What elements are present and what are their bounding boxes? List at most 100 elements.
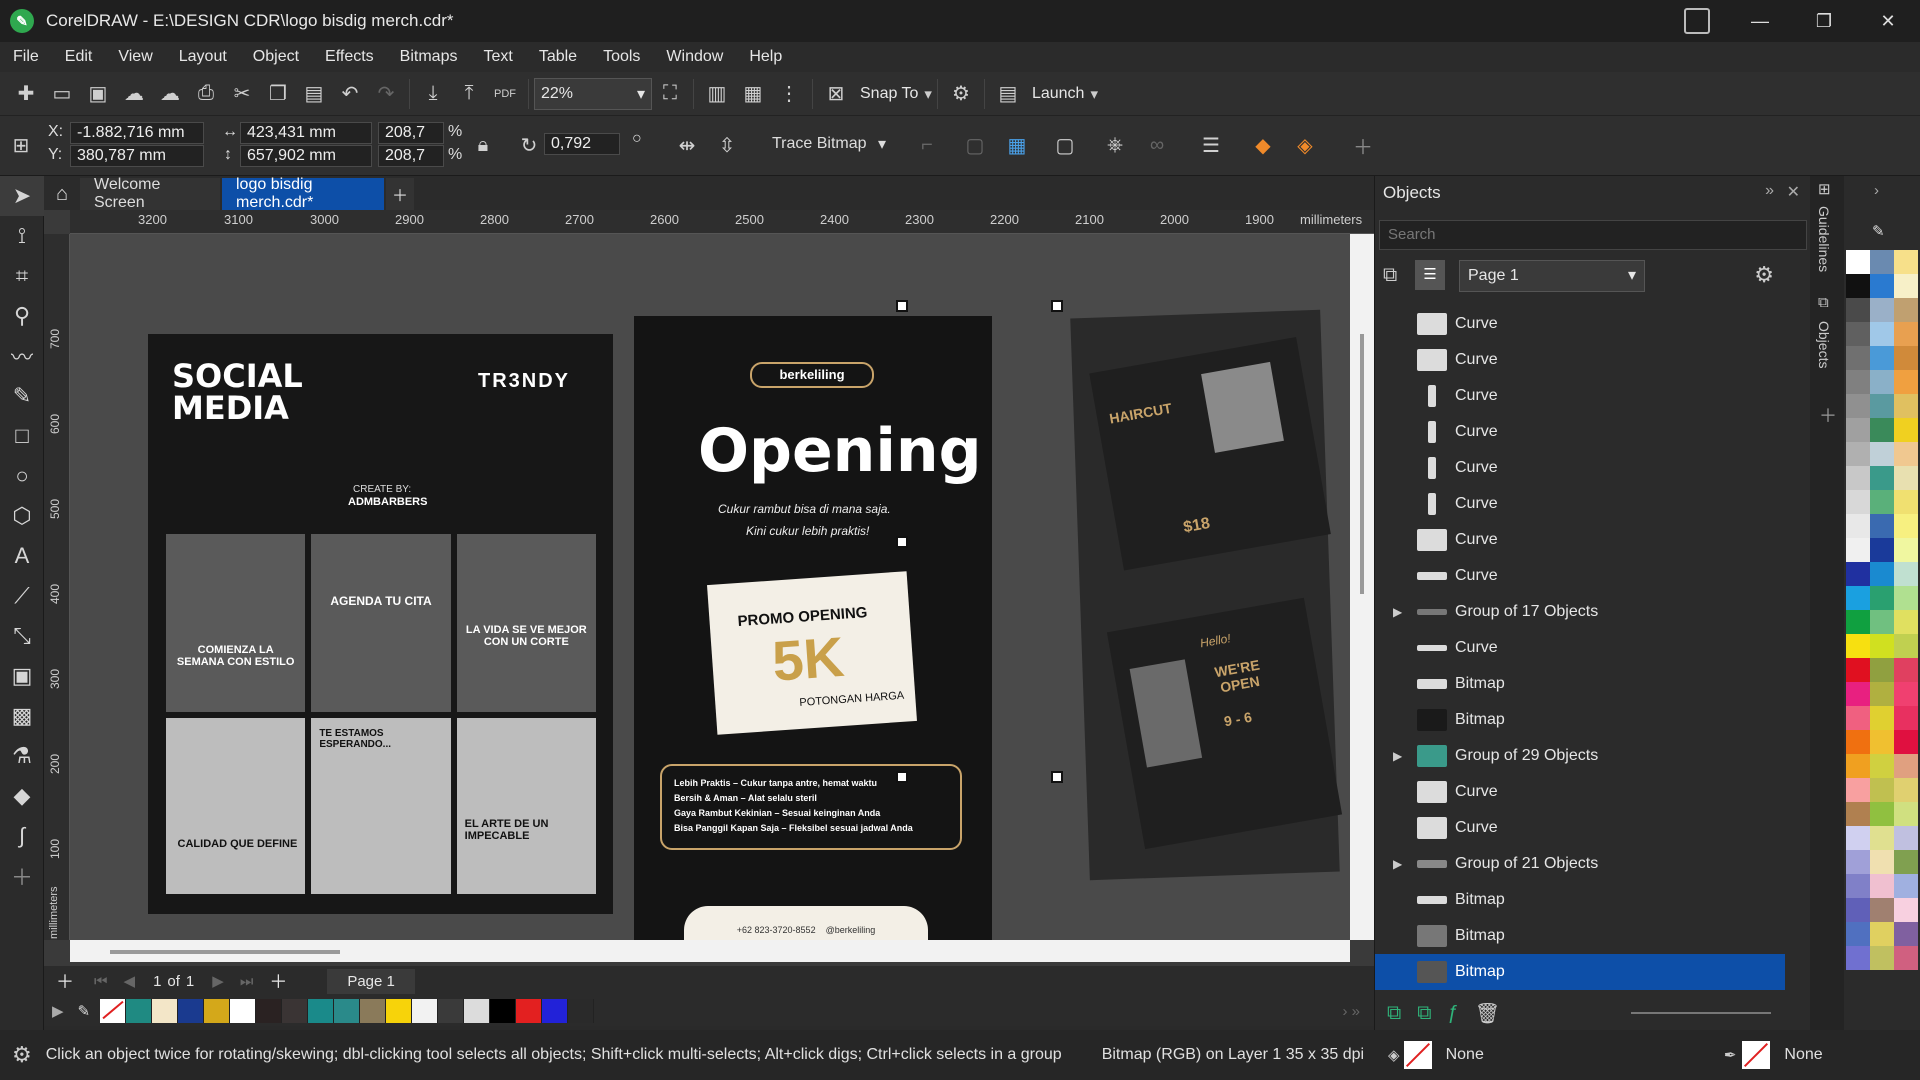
- list-item[interactable]: Bitmap: [1375, 918, 1785, 954]
- home-icon[interactable]: ⌂: [44, 178, 80, 210]
- color-swatch[interactable]: [1846, 562, 1870, 586]
- drop-shadow-icon[interactable]: ▣: [0, 656, 44, 696]
- new-tab-button[interactable]: ＋: [386, 178, 414, 210]
- object-origin-icon[interactable]: ⊞: [4, 128, 38, 162]
- artistic-media-icon[interactable]: ✎: [0, 376, 44, 416]
- wrap-text-icon[interactable]: ☰: [1194, 128, 1228, 162]
- connector-tool-icon[interactable]: ⤡: [0, 616, 44, 656]
- cut-icon[interactable]: ✂: [224, 76, 260, 112]
- menu-edit[interactable]: Edit: [52, 48, 106, 66]
- zoom-tool-icon[interactable]: ⚲: [0, 296, 44, 336]
- color-swatch[interactable]: [1846, 778, 1870, 802]
- drawing-canvas[interactable]: SOCIAL MEDIA TR3NDY CREATE BY: ADMBARBER…: [70, 234, 1350, 940]
- paste-icon[interactable]: ▤: [296, 76, 332, 112]
- list-item[interactable]: Curve: [1375, 342, 1785, 378]
- color-swatch[interactable]: [516, 999, 543, 1023]
- color-swatch[interactable]: [1846, 466, 1870, 490]
- scroll-right-icon[interactable]: › »: [1342, 1003, 1360, 1020]
- snap-to-dropdown[interactable]: Snap To: [854, 85, 924, 103]
- list-item[interactable]: Curve: [1375, 558, 1785, 594]
- effects-icon[interactable]: ƒ: [1448, 1002, 1459, 1025]
- color-swatch[interactable]: [1846, 490, 1870, 514]
- color-swatch[interactable]: [1846, 418, 1870, 442]
- undo-icon[interactable]: ↶: [332, 76, 368, 112]
- list-item[interactable]: ▶ Group of 21 Objects: [1375, 846, 1785, 882]
- color-swatch[interactable]: [1870, 466, 1894, 490]
- color-swatch[interactable]: [1846, 586, 1870, 610]
- color-swatch[interactable]: [1894, 802, 1918, 826]
- color-swatch[interactable]: [152, 999, 179, 1023]
- list-item[interactable]: Curve: [1375, 522, 1785, 558]
- color-swatch[interactable]: [1894, 442, 1918, 466]
- color-swatch[interactable]: [1894, 418, 1918, 442]
- color-swatch[interactable]: [1894, 850, 1918, 874]
- color-swatch[interactable]: [1894, 562, 1918, 586]
- to-front-icon[interactable]: ◆: [1246, 128, 1280, 162]
- prev-page-icon[interactable]: ◀: [124, 972, 136, 990]
- shape-tool-icon[interactable]: ⟟: [0, 216, 44, 256]
- menu-object[interactable]: Object: [240, 48, 312, 66]
- close-button[interactable]: ✕: [1856, 0, 1920, 42]
- new-document-icon[interactable]: ✚: [8, 76, 44, 112]
- to-back-icon[interactable]: ◈: [1288, 128, 1322, 162]
- list-item[interactable]: Bitmap: [1375, 882, 1785, 918]
- scroll-thumb[interactable]: [1360, 334, 1364, 594]
- color-swatch[interactable]: [1846, 274, 1870, 298]
- list-item[interactable]: Curve: [1375, 414, 1785, 450]
- launch-dropdown[interactable]: Launch: [1026, 85, 1091, 103]
- interactive-fill-icon[interactable]: ◆: [0, 776, 44, 816]
- menu-text[interactable]: Text: [470, 48, 525, 66]
- collapse-docker-icon[interactable]: »: [1765, 182, 1774, 200]
- fill-icon[interactable]: ◈: [1388, 1046, 1400, 1064]
- save-icon[interactable]: ▣: [80, 76, 116, 112]
- menu-window[interactable]: Window: [653, 48, 736, 66]
- color-swatch[interactable]: [1870, 754, 1894, 778]
- cloud-download-icon[interactable]: ☁: [116, 76, 152, 112]
- color-swatch[interactable]: [256, 999, 283, 1023]
- menu-table[interactable]: Table: [526, 48, 590, 66]
- color-swatch[interactable]: [1846, 298, 1870, 322]
- color-swatch[interactable]: [1846, 898, 1870, 922]
- color-swatch[interactable]: [1894, 898, 1918, 922]
- color-swatch[interactable]: [1846, 922, 1870, 946]
- outline-pen-icon[interactable]: ✒: [1724, 1046, 1737, 1064]
- mirror-vertical-icon[interactable]: ⇳: [710, 128, 744, 162]
- color-swatch[interactable]: [1870, 562, 1894, 586]
- edit-bitmap-icon[interactable]: ▢: [1048, 128, 1082, 162]
- menu-layout[interactable]: Layout: [166, 48, 240, 66]
- color-swatch[interactable]: [1846, 250, 1870, 274]
- color-swatch[interactable]: [1894, 754, 1918, 778]
- color-swatch[interactable]: [204, 999, 231, 1023]
- pick-tool-icon[interactable]: ➤: [0, 176, 44, 216]
- color-swatch[interactable]: [1870, 826, 1894, 850]
- copy-icon[interactable]: ❐: [260, 76, 296, 112]
- no-outline-swatch[interactable]: [1742, 1041, 1771, 1069]
- color-swatch[interactable]: [282, 999, 309, 1023]
- list-item[interactable]: Curve: [1375, 810, 1785, 846]
- color-swatch[interactable]: [1870, 898, 1894, 922]
- color-swatch[interactable]: [1870, 706, 1894, 730]
- x-position-field[interactable]: -1.882,716 mm: [70, 122, 204, 144]
- y-position-field[interactable]: 380,787 mm: [70, 145, 204, 167]
- add-icon[interactable]: ＋: [1346, 128, 1380, 162]
- color-swatch[interactable]: [464, 999, 491, 1023]
- selection-handle[interactable]: [1051, 300, 1063, 312]
- new-layer-icon[interactable]: ⧉: [1387, 1002, 1401, 1025]
- chevron-down-icon[interactable]: ▾: [1090, 85, 1098, 103]
- vertical-scrollbar[interactable]: [1350, 234, 1374, 940]
- add-page-icon[interactable]: ＋: [269, 968, 287, 994]
- print-icon[interactable]: ⎙: [188, 76, 224, 112]
- color-swatch[interactable]: [1870, 874, 1894, 898]
- publish-pdf-icon[interactable]: PDF: [487, 76, 523, 112]
- list-item[interactable]: Curve: [1375, 378, 1785, 414]
- color-swatch[interactable]: [126, 999, 153, 1023]
- restore-button[interactable]: ❐: [1792, 0, 1856, 42]
- transparency-tool-icon[interactable]: ▩: [0, 696, 44, 736]
- gear-icon[interactable]: ⚙: [943, 76, 979, 112]
- color-swatch[interactable]: [1846, 754, 1870, 778]
- color-swatch[interactable]: [1846, 826, 1870, 850]
- color-swatch[interactable]: [1894, 514, 1918, 538]
- minimize-button[interactable]: —: [1728, 0, 1792, 42]
- smart-fill-icon[interactable]: ∫: [0, 816, 44, 856]
- color-swatch[interactable]: [1846, 682, 1870, 706]
